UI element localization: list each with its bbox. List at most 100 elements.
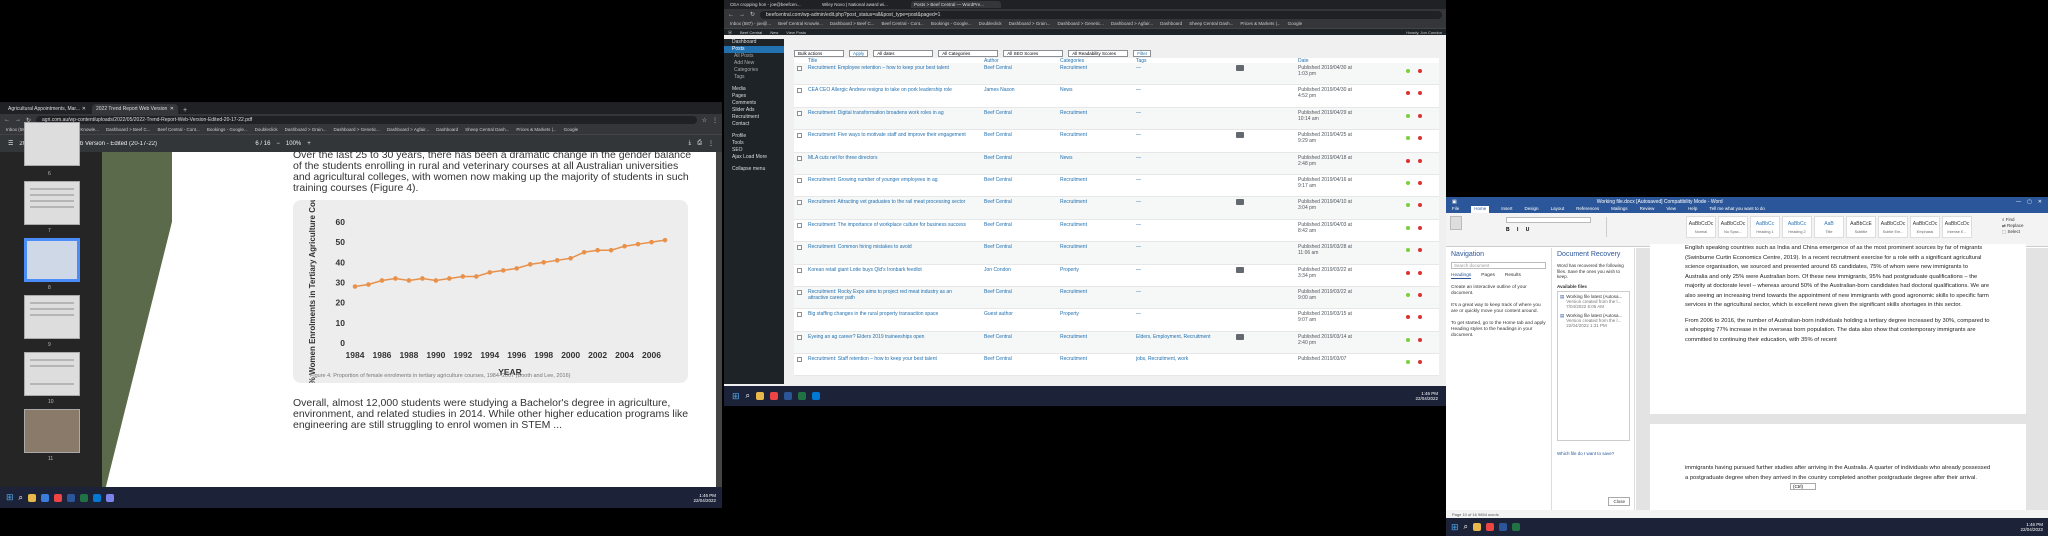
filter-control[interactable]: Filter xyxy=(1133,50,1152,57)
row-checkbox[interactable] xyxy=(797,66,802,71)
post-title-link[interactable]: Korean retail giant Lotte buys Qld's Iro… xyxy=(808,267,973,273)
ribbon-tab[interactable]: Mailings xyxy=(1611,206,1628,213)
row-checkbox[interactable] xyxy=(797,222,802,228)
table-row[interactable]: Recruitment: The importance of workplace… xyxy=(794,219,1439,243)
word-icon[interactable] xyxy=(67,493,76,502)
row-checkbox[interactable] xyxy=(797,312,802,318)
bookmark-item[interactable]: Beef Central - Cont... xyxy=(158,127,200,133)
word-icon[interactable] xyxy=(1499,523,1508,531)
sidebar-item[interactable]: Pages xyxy=(724,93,784,100)
table-row[interactable]: MLA cuts net for three directors Beef Cen… xyxy=(794,152,1439,175)
post-title-link[interactable]: Recruitment: Digital transformation broa… xyxy=(808,110,973,116)
post-author[interactable]: Beef Central xyxy=(984,177,1012,183)
view-posts-link[interactable]: View Posts xyxy=(786,30,806,35)
page-thumbnail[interactable] xyxy=(24,295,80,339)
post-title-link[interactable]: Recruitment: Rocky Expo aims to project … xyxy=(808,289,973,301)
post-title-link[interactable]: Recruitment: Staff retention – how to ke… xyxy=(808,356,973,362)
row-checkbox[interactable] xyxy=(797,110,802,116)
chrome-icon[interactable] xyxy=(54,493,63,502)
post-category[interactable]: Recruitment xyxy=(1060,177,1087,183)
post-author[interactable]: Beef Central xyxy=(984,155,1012,161)
row-checkbox[interactable] xyxy=(797,200,802,206)
post-title-link[interactable]: Eyeing an ag career? Elders 2019 trainee… xyxy=(808,334,973,340)
windows-icon[interactable]: ⊞ xyxy=(6,492,14,503)
paste-options-tag[interactable]: (Ctrl) xyxy=(1790,483,1816,490)
windows-icon[interactable]: ⊞ xyxy=(1451,522,1459,533)
filter-control[interactable]: All dates xyxy=(873,50,934,57)
sidebar-item[interactable]: Collapse menu xyxy=(724,166,784,173)
row-checkbox[interactable] xyxy=(797,133,802,139)
ribbon-tab[interactable]: View xyxy=(1666,206,1676,213)
post-category[interactable]: Recruitment xyxy=(1060,289,1087,295)
sidebar-item[interactable]: All Posts xyxy=(724,53,784,60)
tab-agri[interactable]: Agricultural Appointments, Mar... ✕ xyxy=(4,104,90,114)
doc-paragraph[interactable]: English speaking countries such as India… xyxy=(1650,244,2026,311)
file-explorer-icon[interactable] xyxy=(1473,523,1482,531)
post-author[interactable]: Beef Central xyxy=(984,199,1012,205)
recovery-file[interactable]: ▤ Working file latest (Autosa... Version c… xyxy=(1558,292,1629,311)
forward-icon[interactable]: → xyxy=(739,12,745,18)
recovery-file[interactable]: ▤ Working file latest (Autosa... Version c… xyxy=(1558,311,1629,330)
post-title-link[interactable]: Recruitment: Growing number of younger e… xyxy=(808,177,973,183)
filter-control[interactable]: All SEO Scores xyxy=(1003,50,1064,57)
filter-control[interactable]: Bulk actions xyxy=(794,50,844,57)
sidebar-item[interactable]: Dashboard xyxy=(724,39,784,46)
excel-icon[interactable] xyxy=(80,493,89,502)
font-name-select[interactable] xyxy=(1506,217,1591,223)
style-item[interactable]: AaBbCcE Subtitle xyxy=(1846,216,1876,238)
site-name[interactable]: Beef Central xyxy=(740,30,762,35)
style-item[interactable]: AaBbCcDc Subtle Em... xyxy=(1878,216,1908,238)
bookmark-item[interactable]: Sheep Central Dash... xyxy=(465,127,509,133)
row-checkbox[interactable] xyxy=(797,289,802,295)
address-bar[interactable]: beefcentral.com/wp-admin/edit.php?post_s… xyxy=(760,10,1442,19)
new-tab-icon[interactable]: + xyxy=(180,107,190,114)
maximize-icon[interactable]: ▢ xyxy=(2027,199,2032,205)
new-link[interactable]: New xyxy=(770,30,778,35)
ribbon-tab[interactable]: Design xyxy=(1525,206,1539,213)
bookmark-item[interactable]: Doubleclick xyxy=(255,127,278,133)
chrome-icon[interactable] xyxy=(770,392,779,400)
zoom-in-icon[interactable]: + xyxy=(307,141,311,147)
sidebar-item[interactable]: Profile xyxy=(724,133,784,140)
word-icon[interactable] xyxy=(784,392,793,400)
page-thumbnail[interactable] xyxy=(24,409,80,453)
windows-icon[interactable]: ⊞ xyxy=(732,391,740,402)
forward-icon[interactable]: → xyxy=(15,117,21,123)
back-icon[interactable]: ← xyxy=(728,12,734,18)
comment-count-badge[interactable] xyxy=(1236,199,1244,206)
style-item[interactable]: AaBbCc Heading 1 xyxy=(1750,216,1780,238)
table-row[interactable]: Recruitment: Attracting vet graduates to… xyxy=(794,197,1439,220)
table-row[interactable]: Recruitment: Growing number of younger e… xyxy=(794,174,1439,198)
star-icon[interactable]: ☆ xyxy=(702,117,707,124)
row-checkbox[interactable] xyxy=(797,177,802,183)
post-title-link[interactable]: Recruitment: Five ways to motivate staff… xyxy=(808,132,973,138)
menu-icon[interactable]: ⋮ xyxy=(712,117,718,124)
sidebar-item[interactable]: Recruitment xyxy=(724,114,784,121)
post-category[interactable]: Recruitment xyxy=(1060,356,1087,362)
excel-icon[interactable] xyxy=(798,392,807,400)
nav-tab-results[interactable]: Results xyxy=(1505,273,1521,279)
outlook-icon[interactable] xyxy=(812,392,821,400)
user-greeting[interactable]: Howdy, Jon Condon xyxy=(1406,30,1442,35)
search-icon[interactable]: ⌕ xyxy=(1464,522,1468,532)
chrome-icon[interactable] xyxy=(1486,523,1495,531)
post-author[interactable]: Beef Central xyxy=(984,334,1012,340)
close-button[interactable]: Close xyxy=(1608,497,1630,506)
address-bar[interactable]: agri.com.au/wp-content/uploads/2022/05/2… xyxy=(36,116,697,124)
bookmark-item[interactable]: Dashboard xyxy=(436,127,458,133)
style-item[interactable]: AaBbCcDc No Spac... xyxy=(1718,216,1748,238)
bookmark-item[interactable]: Sheep Central Dash... xyxy=(1189,21,1233,27)
filter-control[interactable]: All Readability Scores xyxy=(1068,50,1129,57)
close-icon[interactable]: ✕ xyxy=(170,106,174,112)
post-author[interactable]: Guest author xyxy=(984,311,1013,317)
filter-control[interactable]: Apply xyxy=(849,50,869,57)
post-title-link[interactable]: Recruitment: Attracting vet graduates to… xyxy=(808,199,973,205)
bookmark-item[interactable]: Doubleclick xyxy=(979,21,1002,27)
bookmark-item[interactable]: Dashboard > Grain... xyxy=(1009,21,1051,27)
sidebar-item[interactable]: SEO xyxy=(724,147,784,154)
ribbon-tab[interactable]: Layout xyxy=(1551,206,1565,213)
bookmark-item[interactable]: Prices & Markets |... xyxy=(1240,21,1280,27)
post-category[interactable]: Property xyxy=(1060,311,1079,317)
close-icon[interactable]: ✕ xyxy=(2038,199,2042,205)
minimize-icon[interactable]: — xyxy=(2016,199,2021,205)
